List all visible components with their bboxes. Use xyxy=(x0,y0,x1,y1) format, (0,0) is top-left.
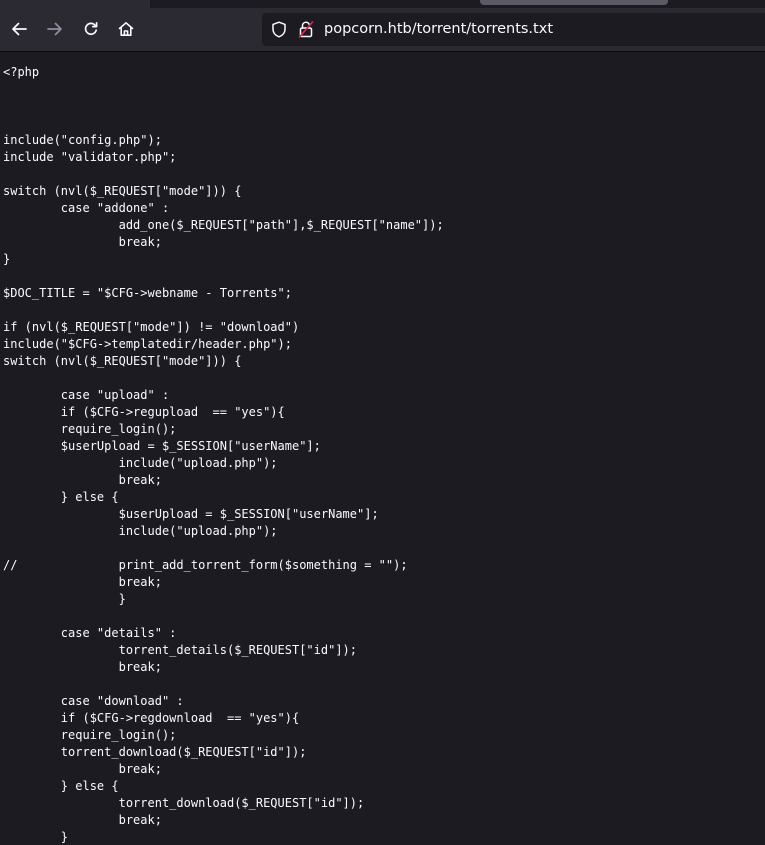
active-tab[interactable] xyxy=(0,0,150,8)
arrow-left-icon xyxy=(12,22,27,36)
forward-button[interactable] xyxy=(40,13,70,45)
tab-scrollbar[interactable] xyxy=(480,0,668,5)
tab-strip xyxy=(0,0,765,8)
php-source-text: <?php include("config.php"); include "va… xyxy=(3,65,444,844)
reload-button[interactable] xyxy=(76,13,106,45)
arrow-right-icon xyxy=(47,22,62,36)
reload-icon xyxy=(84,21,98,35)
address-bar[interactable]: popcorn.htb/torrent/torrents.txt xyxy=(262,13,765,46)
back-button[interactable] xyxy=(4,13,34,45)
navigation-toolbar: popcorn.htb/torrent/torrents.txt xyxy=(0,8,765,52)
page-content: <?php include("config.php"); include "va… xyxy=(0,52,765,845)
url-text[interactable]: popcorn.htb/torrent/torrents.txt xyxy=(324,13,553,46)
home-icon xyxy=(118,22,134,36)
home-button[interactable] xyxy=(111,13,141,45)
shield-icon[interactable] xyxy=(271,21,287,38)
broken-lock-icon[interactable] xyxy=(298,21,314,38)
